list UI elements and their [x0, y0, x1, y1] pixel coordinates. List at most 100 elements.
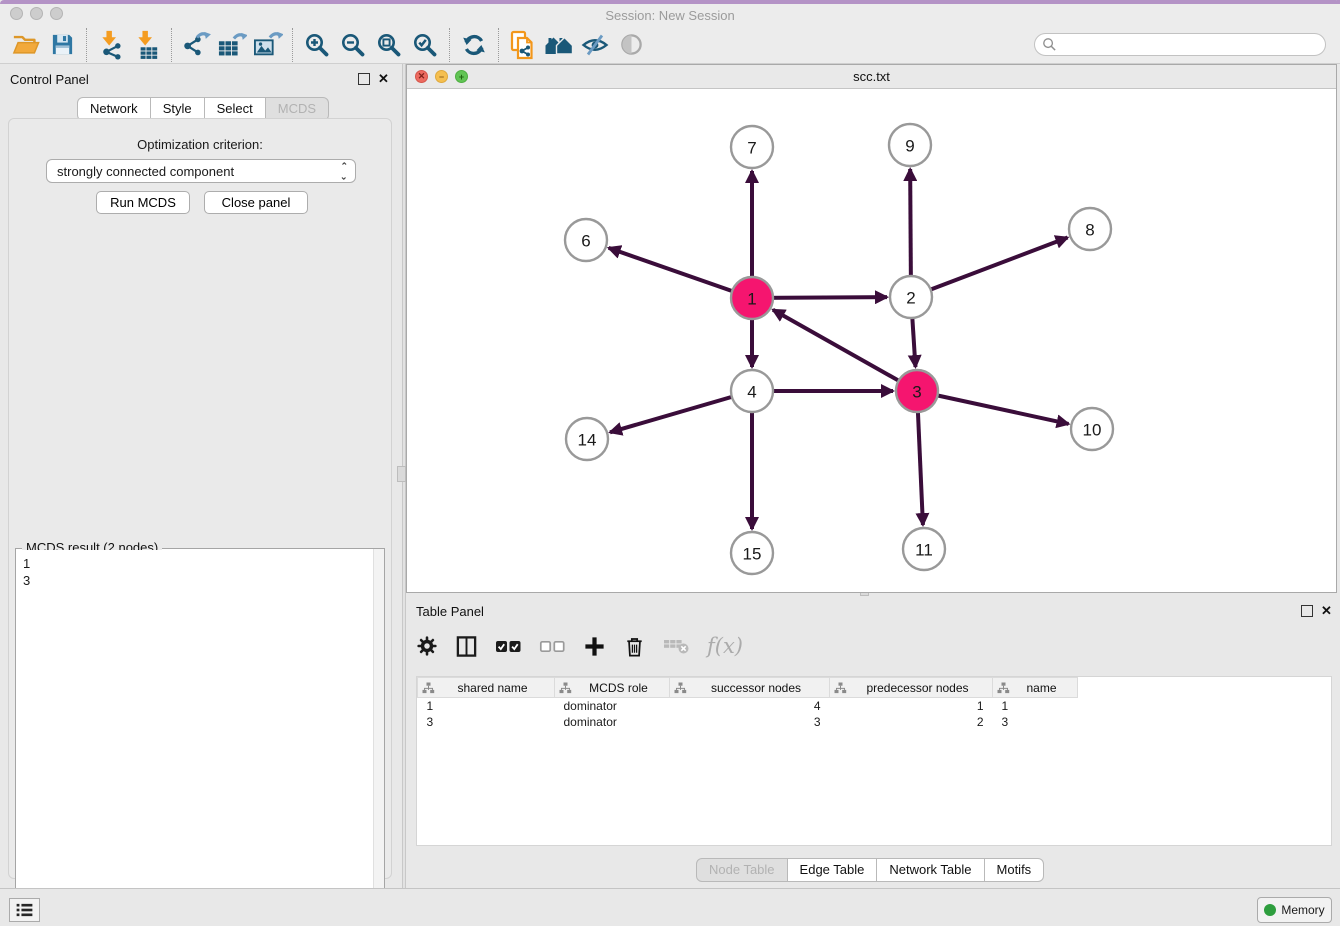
mcds-result-line: 1	[23, 555, 377, 572]
table-cell[interactable]: 1	[993, 698, 1078, 714]
minimize-network-button[interactable]: −	[435, 70, 448, 83]
close-network-button[interactable]: ✕	[415, 70, 428, 83]
table-cell[interactable]: 3	[418, 714, 555, 730]
node-9[interactable]: 9	[889, 124, 931, 166]
network-canvas[interactable]: 7 9 6 8 1 2 4 3 14 10 15 11	[407, 89, 1336, 592]
toolbar-separator	[171, 28, 172, 62]
tab-edge-table[interactable]: Edge Table	[788, 858, 878, 882]
column-header-shared-name[interactable]: shared name	[418, 678, 555, 698]
node-label: 1	[747, 290, 756, 309]
maximize-network-button[interactable]: +	[455, 70, 468, 83]
tab-motifs[interactable]: Motifs	[985, 858, 1045, 882]
table-cell[interactable]: 3	[670, 714, 830, 730]
add-column-icon[interactable]	[583, 635, 606, 658]
node-8[interactable]: 8	[1069, 208, 1111, 250]
close-table-panel-icon[interactable]: ✕	[1321, 603, 1332, 619]
table-settings-gear-icon[interactable]	[416, 635, 438, 657]
network-window-title: scc.txt	[407, 69, 1336, 84]
console-list-icon[interactable]	[9, 898, 40, 922]
node-11[interactable]: 11	[903, 528, 945, 570]
node-label: 2	[906, 289, 915, 308]
search-icon	[1042, 37, 1057, 57]
table-cell[interactable]: 3	[993, 714, 1078, 730]
node-7[interactable]: 7	[731, 126, 773, 168]
tab-network-table[interactable]: Network Table	[877, 858, 984, 882]
table-cell[interactable]: dominator	[555, 714, 670, 730]
save-session-icon[interactable]	[44, 28, 80, 62]
column-header-successor-nodes[interactable]: successor nodes	[670, 678, 830, 698]
result-scrollbar[interactable]	[373, 549, 384, 926]
close-panel-icon[interactable]: ✕	[378, 71, 389, 87]
mcds-result-list[interactable]: 13	[16, 550, 384, 926]
edge-1-to-6[interactable]	[609, 248, 752, 298]
apply-layout-icon[interactable]	[456, 28, 492, 62]
unselect-all-columns-icon[interactable]	[539, 638, 566, 655]
column-header-MCDS-role[interactable]: MCDS role	[555, 678, 670, 698]
graphics-details-eye-slash-icon[interactable]	[577, 28, 613, 62]
control-panel-header: Control Panel ✕	[0, 64, 402, 94]
column-header-predecessor-nodes[interactable]: predecessor nodes	[830, 678, 993, 698]
table-panel-header: Table Panel ✕	[406, 596, 1340, 626]
app-title: Session: New Session	[605, 8, 734, 23]
close-panel-button[interactable]: Close panel	[204, 191, 308, 214]
node-label: 7	[747, 139, 756, 158]
edge-3-to-1[interactable]	[773, 310, 917, 391]
search-input[interactable]	[1034, 33, 1326, 56]
node-label: 10	[1083, 421, 1102, 440]
open-folder-icon[interactable]	[8, 28, 44, 62]
export-image-icon[interactable]	[250, 28, 286, 62]
node-14[interactable]: 14	[566, 418, 608, 460]
import-network-icon[interactable]	[93, 28, 129, 62]
node-label: 8	[1085, 221, 1094, 240]
table-cell[interactable]: 4	[670, 698, 830, 714]
node-3[interactable]: 3	[896, 370, 938, 412]
criterion-dropdown[interactable]: strongly connected component ⌃⌃	[46, 159, 356, 183]
table-panel-title: Table Panel	[416, 604, 484, 619]
column-header-name[interactable]: name	[993, 678, 1078, 698]
node-1[interactable]: 1	[731, 277, 773, 319]
node-2[interactable]: 2	[890, 276, 932, 318]
show-column-panel-icon[interactable]	[455, 635, 478, 658]
minimize-window-button[interactable]	[30, 7, 43, 20]
table-row[interactable]: 3dominator323	[418, 714, 1078, 730]
mcds-result-box: MCDS result (2 nodes) 13	[15, 548, 385, 926]
node-4[interactable]: 4	[731, 370, 773, 412]
memory-button[interactable]: Memory	[1257, 897, 1332, 923]
table-header-row: shared nameMCDS rolesuccessor nodesprede…	[418, 678, 1078, 698]
node-6[interactable]: 6	[565, 219, 607, 261]
table-panel: Table Panel ✕ f(x) shared nameMCDS roles…	[406, 596, 1340, 888]
float-table-panel-icon[interactable]	[1301, 605, 1313, 617]
import-table-icon[interactable]	[129, 28, 165, 62]
node-15[interactable]: 15	[731, 532, 773, 574]
control-panel: Control Panel ✕ NetworkStyleSelectMCDS O…	[0, 64, 402, 888]
table-cell[interactable]: 1	[830, 698, 993, 714]
table-cell[interactable]: 2	[830, 714, 993, 730]
zoom-out-icon[interactable]	[335, 28, 371, 62]
export-network-icon[interactable]	[178, 28, 214, 62]
network-window-titlebar: scc.txt ✕ − +	[407, 65, 1336, 89]
table-cell[interactable]: dominator	[555, 698, 670, 714]
edge-3-to-10[interactable]	[917, 391, 1069, 424]
float-panel-icon[interactable]	[358, 73, 370, 85]
panel-divider-grip[interactable]	[397, 466, 406, 482]
maximize-window-button[interactable]	[50, 7, 63, 20]
zoom-in-icon[interactable]	[299, 28, 335, 62]
run-mcds-button[interactable]: Run MCDS	[96, 191, 190, 214]
export-table-icon[interactable]	[214, 28, 250, 62]
tab-node-table[interactable]: Node Table	[696, 858, 788, 882]
clone-network-icon[interactable]	[505, 28, 541, 62]
edge-2-to-8[interactable]	[911, 238, 1068, 297]
network-window-controls: ✕ − +	[415, 70, 468, 83]
toolbar-separator	[449, 28, 450, 62]
select-all-columns-icon[interactable]	[495, 638, 522, 655]
table-row[interactable]: 1dominator411	[418, 698, 1078, 714]
node-label: 3	[912, 383, 921, 402]
node-10[interactable]: 10	[1071, 408, 1113, 450]
close-window-button[interactable]	[10, 7, 23, 20]
delete-column-trash-icon[interactable]	[623, 635, 646, 658]
zoom-selected-icon[interactable]	[407, 28, 443, 62]
node-table: shared nameMCDS rolesuccessor nodesprede…	[416, 676, 1332, 846]
table-cell[interactable]: 1	[418, 698, 555, 714]
network-home-icon[interactable]	[541, 28, 577, 62]
zoom-fit-icon[interactable]	[371, 28, 407, 62]
